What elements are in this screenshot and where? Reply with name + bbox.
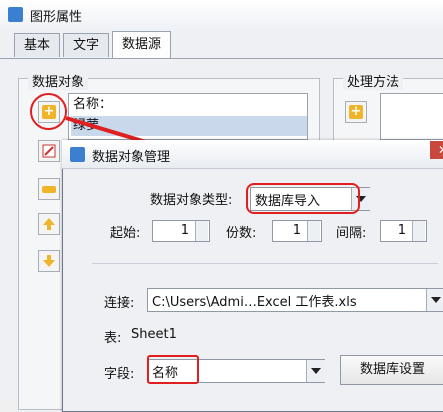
- copies-label: 份数:: [226, 226, 257, 241]
- remove-button[interactable]: [38, 178, 60, 200]
- copies-spinner[interactable]: 1: [272, 220, 322, 242]
- close-button[interactable]: ✕: [430, 141, 443, 159]
- table-value: Sheet1: [131, 327, 177, 342]
- pencil-icon: [42, 144, 56, 158]
- chevron-down-icon: [431, 297, 441, 303]
- add-processing-button[interactable]: +: [345, 101, 367, 123]
- copies-value: 1: [292, 223, 301, 238]
- edit-button[interactable]: [38, 140, 60, 162]
- start-value: 1: [180, 223, 189, 238]
- type-label: 数据对象类型:: [150, 193, 233, 208]
- processing-group-label: 处理方法: [343, 71, 404, 90]
- dropdown-button[interactable]: [306, 360, 325, 382]
- data-object-group-label: 数据对象: [28, 71, 89, 90]
- dropdown-button[interactable]: [426, 289, 443, 311]
- tab-basic[interactable]: 基本: [14, 33, 61, 57]
- connection-label: 连接:: [104, 296, 135, 311]
- start-spinner[interactable]: 1: [152, 220, 210, 242]
- field-label: 字段:: [104, 367, 135, 382]
- tab-text[interactable]: 文字: [63, 33, 110, 57]
- table-label: 表:: [104, 331, 122, 346]
- start-label: 起始:: [110, 226, 141, 241]
- interval-spinner[interactable]: 1: [380, 220, 427, 242]
- spinner-buttons[interactable]: [195, 221, 208, 241]
- interval-value: 1: [397, 223, 406, 238]
- close-icon: ✕: [438, 143, 443, 157]
- plus-icon: +: [349, 104, 363, 119]
- annotation-box: [147, 355, 199, 384]
- arrow-down-icon: [43, 255, 55, 267]
- dialog-icon: [70, 147, 85, 162]
- separator: [92, 263, 438, 264]
- spinner-buttons[interactable]: [307, 221, 320, 241]
- annotation-box: [246, 183, 360, 214]
- move-up-button[interactable]: [38, 213, 60, 235]
- arrow-up-icon: [43, 218, 55, 230]
- connection-value: C:\Users\Admi…Excel 工作表.xls: [152, 295, 357, 310]
- processing-list[interactable]: [380, 93, 443, 140]
- connection-select[interactable]: C:\Users\Admi…Excel 工作表.xls: [147, 288, 443, 312]
- window-title: 图形属性: [30, 10, 83, 25]
- minus-icon: [42, 185, 56, 193]
- app-icon: [8, 7, 23, 22]
- tab-data-source[interactable]: 数据源: [112, 31, 172, 58]
- move-down-button[interactable]: [38, 250, 60, 272]
- spinner-buttons[interactable]: [412, 221, 425, 241]
- dialog-title: 数据对象管理: [92, 150, 171, 165]
- chevron-down-icon: [311, 368, 321, 374]
- db-settings-button[interactable]: 数据库设置: [340, 355, 443, 385]
- interval-label: 间隔:: [336, 226, 367, 241]
